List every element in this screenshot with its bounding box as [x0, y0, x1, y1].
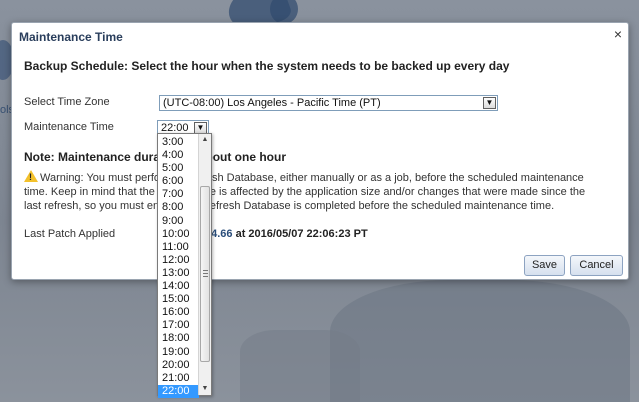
save-button[interactable]: Save: [524, 255, 565, 276]
dropdown-option[interactable]: 6:00: [158, 175, 199, 188]
dropdown-option[interactable]: 7:00: [158, 188, 199, 201]
dropdown-option[interactable]: 17:00: [158, 319, 199, 332]
backup-schedule-heading: Backup Schedule: Select the hour when th…: [24, 59, 510, 73]
dropdown-option[interactable]: 3:00: [158, 136, 199, 149]
dropdown-scrollbar[interactable]: ▲ ▼: [198, 134, 211, 395]
cancel-button[interactable]: Cancel: [570, 255, 623, 276]
dropdown-option[interactable]: 5:00: [158, 162, 199, 175]
time-zone-label: Select Time Zone: [24, 96, 110, 108]
dropdown-option[interactable]: 10:00: [158, 228, 199, 241]
dropdown-option[interactable]: 12:00: [158, 254, 199, 267]
last-patch-value: 04.66 at 2016/05/07 22:06:23 PT: [205, 228, 368, 240]
dropdown-option[interactable]: 19:00: [158, 346, 199, 359]
dropdown-option[interactable]: 14:00: [158, 280, 199, 293]
dropdown-option[interactable]: 20:00: [158, 359, 199, 372]
background-decoration: [330, 280, 630, 402]
maintenance-time-label: Maintenance Time: [24, 121, 114, 133]
dropdown-option[interactable]: 13:00: [158, 267, 199, 280]
patch-timestamp: at 2016/05/07 22:06:23 PT: [232, 228, 368, 240]
warning-text: Warning: You must perform a Refresh Data…: [24, 172, 586, 212]
maintenance-time-dropdown-list[interactable]: 3:00 4:00 5:00 6:00 7:00 8:00 9:00 10:00 11:00 12…: [157, 133, 212, 398]
scroll-down-icon[interactable]: ▼: [199, 383, 211, 395]
dropdown-option[interactable]: 4:00: [158, 149, 199, 162]
scroll-up-icon[interactable]: ▲: [199, 134, 211, 146]
chevron-down-icon[interactable]: ▼: [483, 97, 496, 109]
dropdown-option[interactable]: 16:00: [158, 306, 199, 319]
dropdown-option[interactable]: 8:00: [158, 201, 199, 214]
dropdown-option[interactable]: 9:00: [158, 215, 199, 228]
maintenance-time-dialog: Maintenance Time × Backup Schedule: Sele…: [11, 22, 629, 280]
last-patch-label: Last Patch Applied: [24, 228, 116, 240]
dropdown-option[interactable]: 18:00: [158, 332, 199, 345]
time-zone-select[interactable]: (UTC-08:00) Los Angeles - Pacific Time (…: [159, 95, 498, 111]
dropdown-option[interactable]: 21:00: [158, 372, 199, 385]
scrollbar-thumb[interactable]: [200, 186, 210, 362]
dropdown-option[interactable]: 15:00: [158, 293, 199, 306]
close-icon[interactable]: ×: [614, 27, 622, 41]
dropdown-options[interactable]: 3:00 4:00 5:00 6:00 7:00 8:00 9:00 10:00 11:00 12…: [158, 136, 199, 398]
note-title: Note: Maintenance duration is about one …: [24, 150, 287, 164]
background-decoration: [240, 330, 360, 402]
time-zone-value: (UTC-08:00) Los Angeles - Pacific Time (…: [163, 97, 381, 109]
dropdown-option[interactable]: 22:00: [158, 384, 199, 398]
dialog-title: Maintenance Time: [19, 30, 123, 44]
background-logo-shape: [270, 0, 298, 24]
dropdown-option[interactable]: 11:00: [158, 241, 199, 254]
